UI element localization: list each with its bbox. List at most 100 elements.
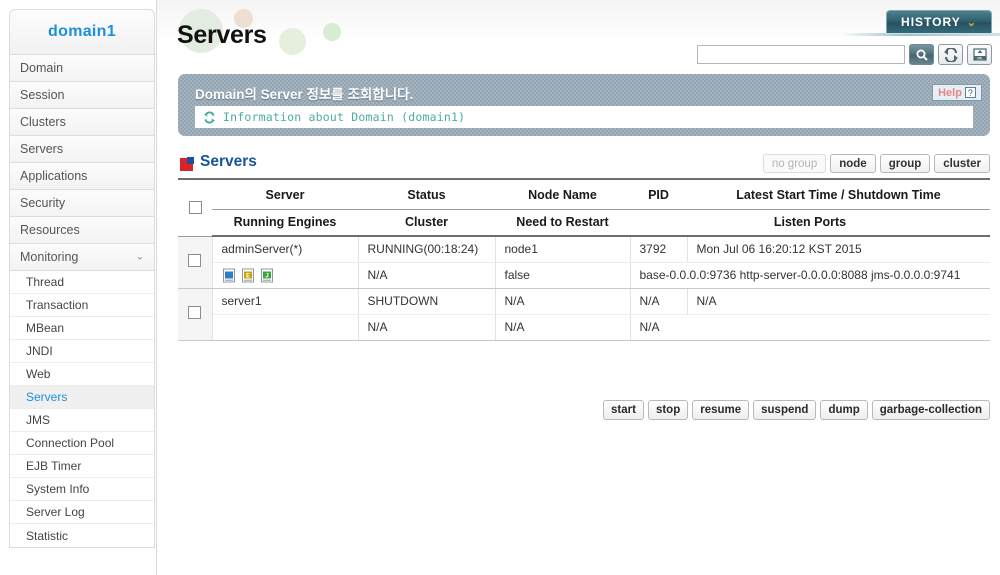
sidebar-subitem-label: Server Log [26,505,85,519]
banner-info-text: Information about Domain (domain1) [223,110,466,124]
column-header-running-engines: Running Engines [212,209,358,237]
sidebar-subitem-thread[interactable]: Thread [10,271,154,294]
table-row-detail: N/A N/A N/A [178,314,990,341]
sidebar-item-monitoring[interactable]: Monitoring ⌄ [9,244,155,271]
sidebar-subitem-label: MBean [26,321,65,335]
sidebar-subitem-servers[interactable]: Servers [10,386,154,409]
sidebar-subitem-connection-pool[interactable]: Connection Pool [10,432,154,455]
action-button-suspend[interactable]: suspend [753,400,817,420]
xml-export-icon[interactable]: XML [967,44,992,65]
info-banner: Domain의 Server 정보를 조회합니다. Help ? Informa… [178,74,990,136]
action-button-garbage-collection[interactable]: garbage-collection [871,400,990,420]
cell-status: SHUTDOWN [358,288,496,315]
table-row[interactable]: server1 SHUTDOWN N/A N/A N/A [178,288,990,341]
running-engines-list: EJ [213,268,358,283]
sidebar-subitem-label: EJB Timer [26,459,82,473]
sidebar-item-applications[interactable]: Applications [9,163,155,190]
group-button-node[interactable]: node [830,154,876,173]
group-button-group[interactable]: group [879,154,931,173]
app-window: domain1 Domain Session Clusters Servers Appl… [0,0,1000,575]
sidebar-subitem-label: Web [26,367,51,381]
action-button-stop[interactable]: stop [647,400,689,420]
sidebar-subitem-mbean[interactable]: MBean [10,317,154,340]
sidebar-item-session[interactable]: Session [9,82,155,109]
sidebar-item-label: Security [20,196,66,210]
action-button-resume[interactable]: resume [692,400,750,420]
engine-icon-ejb[interactable]: E [241,268,256,283]
help-button[interactable]: Help ? [932,84,982,101]
engine-icon-web[interactable] [222,268,237,283]
sidebar-nav: Domain Session Clusters Servers Applications… [9,55,155,271]
search-icon[interactable] [909,44,934,65]
sidebar-item-label: Clusters [20,115,66,129]
sidebar-subitem-jndi[interactable]: JNDI [10,340,154,363]
sidebar-item-resources[interactable]: Resources [9,217,155,244]
cell-status: RUNNING(00:18:24) [358,236,496,263]
row-select-checkbox[interactable] [188,306,202,319]
sidebar-item-label: Applications [20,169,88,183]
sidebar-item-domain[interactable]: Domain [9,55,155,82]
search-input[interactable] [697,45,905,64]
sidebar-subitem-ejb-timer[interactable]: EJB Timer [10,455,154,478]
sidebar-subitem-label: Thread [26,275,65,289]
cell-cluster: N/A [358,262,496,289]
sidebar-item-servers[interactable]: Servers [9,136,155,163]
row-select-cell[interactable] [178,288,213,341]
section-divider [178,178,990,180]
select-all-cell[interactable] [178,182,212,237]
group-button-bar: no group node group cluster [762,154,990,173]
table-header-row-secondary: Running Engines Cluster Need to Restart Lis… [178,209,990,237]
column-header-need-to-restart: Need to Restart [495,209,630,237]
servers-table-wrap: Server Status Node Name PID Latest Start Tim… [178,182,990,341]
sidebar-subitem-system-info[interactable]: System Info [10,478,154,501]
banner-title: Domain의 Server 정보를 조회합니다. [195,87,414,102]
section-header: Servers no group node group cluster [178,152,990,180]
section-title: Servers [200,153,257,170]
group-button-cluster[interactable]: cluster [934,154,990,173]
history-underline [840,33,1000,36]
action-button-start[interactable]: start [603,400,644,420]
sidebar-subitem-statistic[interactable]: Statistic [10,524,154,547]
cell-latest-time: N/A [687,288,990,315]
refresh-small-icon [204,111,215,123]
column-header-node-name: Node Name [495,182,630,210]
table-row-detail: E J N/A false base-0.0.0.0:9736 http-server-… [178,262,990,289]
row-select-cell[interactable] [178,236,213,289]
sidebar-item-label: Session [20,88,65,102]
select-all-checkbox[interactable] [188,200,202,214]
banner-info-bar: Information about Domain (domain1) [195,106,973,128]
row-select-checkbox[interactable] [188,254,202,267]
cell-latest-time: Mon Jul 06 16:20:12 KST 2015 [687,236,990,263]
action-button-dump[interactable]: dump [820,400,868,420]
column-header-status: Status [358,182,495,210]
cell-node-name: node1 [495,236,631,263]
cell-server-name: adminServer(*) [212,236,359,263]
sidebar-subitem-transaction[interactable]: Transaction [10,294,154,317]
cell-need-to-restart: N/A [495,314,631,341]
sidebar-subitem-web[interactable]: Web [10,363,154,386]
cell-pid: N/A [630,288,688,315]
chevron-down-icon: ⌄ [135,251,144,263]
chevron-down-icon: ⌄ [966,16,977,29]
sidebar-subitem-jms[interactable]: JMS [10,409,154,432]
help-label: Help [938,86,962,99]
sidebar-item-label: Monitoring [20,250,79,264]
table-row[interactable]: adminServer(*) RUNNING(00:18:24) node1 3792… [178,236,990,289]
refresh-icon[interactable] [938,44,963,65]
question-mark-icon: ? [964,87,976,98]
sidebar-subitem-label: JMS [26,413,50,427]
sidebar-subitem-server-log[interactable]: Server Log [10,501,154,524]
svg-text:E: E [245,273,249,279]
cell-server-name: server1 [212,288,359,315]
page-title: Servers [177,21,267,49]
group-button-no-group: no group [762,154,827,173]
sidebar-item-security[interactable]: Security [9,190,155,217]
table-header-row-primary: Server Status Node Name PID Latest Start Tim… [178,182,990,237]
engine-icon-jms[interactable]: J [260,268,275,283]
sidebar-subitem-label: System Info [26,482,90,496]
sidebar-logo: domain1 [9,9,155,55]
column-header-server: Server [212,182,358,210]
history-button[interactable]: HISTORY ⌄ [886,10,992,33]
sidebar: domain1 Domain Session Clusters Servers Appl… [0,0,157,575]
sidebar-item-clusters[interactable]: Clusters [9,109,155,136]
